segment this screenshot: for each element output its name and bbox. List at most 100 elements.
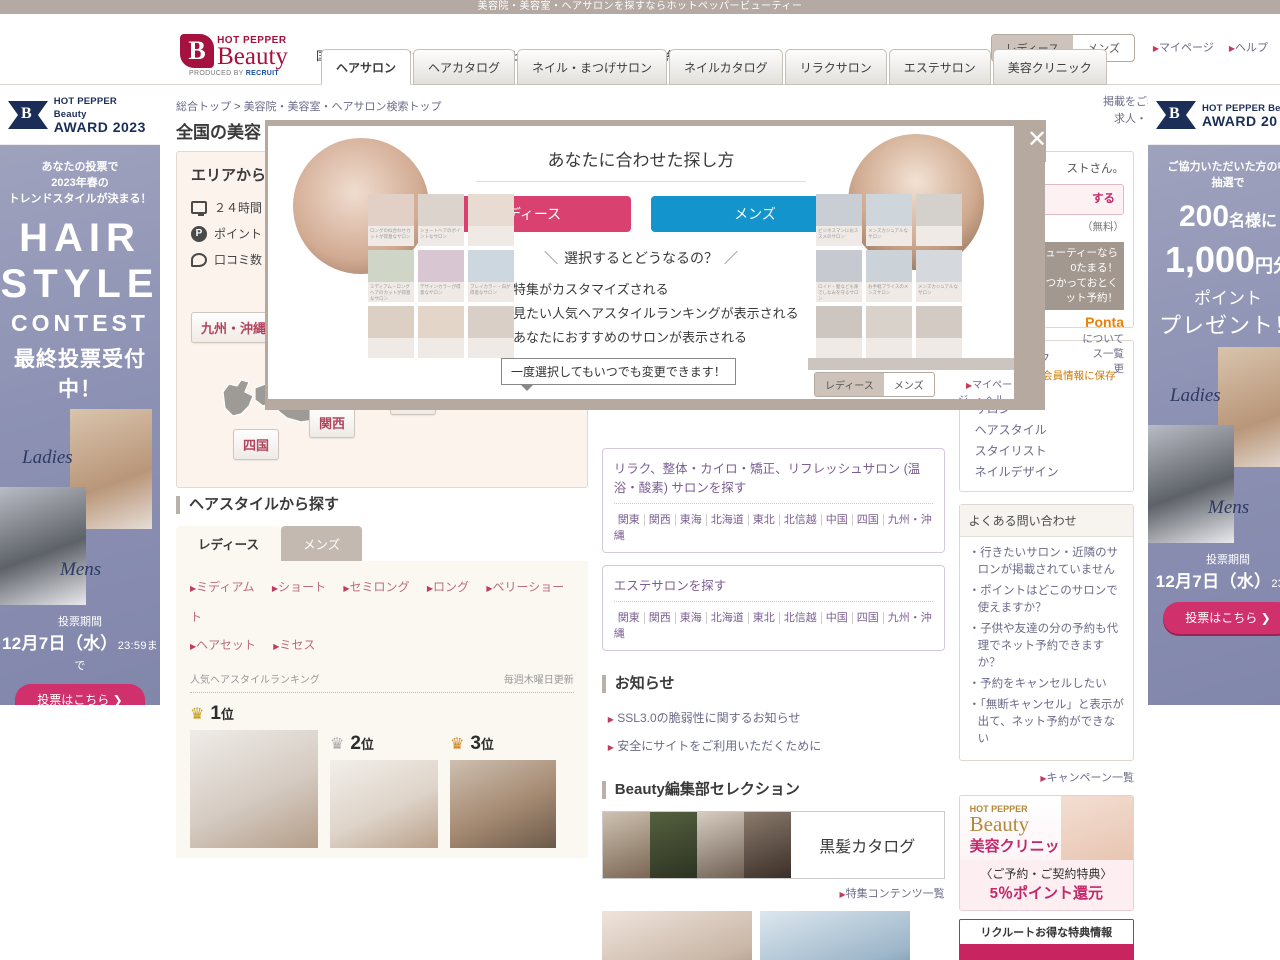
site-logo[interactable]: B HOT PEPPER Beauty PRODUCED BY RECRUIT: [168, 34, 300, 77]
help-link[interactable]: ▶ヘルプ: [1229, 42, 1268, 54]
right-banner-point-label: ポイント: [1194, 289, 1262, 308]
mens-script-label: Mens: [60, 559, 102, 580]
crown-icon: ♛: [450, 736, 465, 753]
hairstyle-link-short[interactable]: ▶ショート: [272, 580, 326, 594]
modal-close-icon[interactable]: ✕: [1027, 128, 1047, 152]
tab-hair-catalog[interactable]: ヘアカタログ: [413, 49, 516, 85]
site-header: B HOT PEPPER Beauty PRODUCED BY RECRUIT …: [0, 14, 1280, 85]
hairstyle-gender-tabs: レディース メンズ: [176, 526, 588, 561]
tab-beauty-clinic[interactable]: 美容クリニック: [992, 49, 1107, 85]
hairstyle-tab-mens[interactable]: メンズ: [281, 526, 363, 561]
award-star-icon: B: [8, 95, 48, 135]
region-link[interactable]: 関西: [643, 514, 675, 526]
left-banner-photos: Ladies Mens: [0, 409, 160, 609]
bookmark-item-naildesign[interactable]: ネイルデザイン: [969, 462, 1124, 483]
region-link[interactable]: 四国: [851, 514, 883, 526]
region-button-kyushu-okinawa[interactable]: 九州・沖縄: [191, 312, 277, 343]
news-item-safety[interactable]: ▶ 安全にサイトをご利用いただくために: [608, 733, 945, 761]
faq-item[interactable]: ・行きたいサロン・近隣のサロンが掲載されていません: [969, 545, 1124, 579]
news-item-ssl[interactable]: ▶ SSL3.0の脆弱性に関するお知らせ: [608, 705, 945, 733]
faq-item[interactable]: ・予約をキャンセルしたい: [969, 676, 1124, 693]
region-link[interactable]: 東北: [747, 514, 779, 526]
award-star-icon: B: [1156, 95, 1196, 135]
hairstyle-tab-ladies[interactable]: レディース: [176, 526, 282, 561]
region-link[interactable]: 北海道: [705, 514, 748, 526]
selection-banner[interactable]: 黒髪カタログ: [601, 811, 945, 879]
left-vote-button[interactable]: 投票はこちら ❯: [15, 684, 145, 705]
ranking-item-1[interactable]: ♛ 1位: [190, 703, 318, 848]
feature-thumb-right[interactable]: [759, 911, 910, 960]
region-link[interactable]: 中国: [820, 612, 852, 624]
bookmark-item-stylist[interactable]: スタイリスト: [969, 441, 1124, 462]
region-link[interactable]: 東海: [674, 514, 706, 526]
faq-item[interactable]: ・「無断キャンセル」と表示が出て、ネット予約ができない: [969, 697, 1124, 748]
recruit-banner-body: [959, 944, 1133, 960]
region-button-shikoku[interactable]: 四国: [233, 429, 280, 460]
right-award-banner[interactable]: B HOT PEPPER Be AWARD 20 ご協力いただいた方の中 抽選で…: [1148, 85, 1280, 705]
region-button-kansai[interactable]: 関西: [309, 407, 356, 438]
bookmark-list: サロン ヘアスタイル スタイリスト ネイルデザイン: [969, 399, 1124, 483]
thumb-cell: [816, 306, 862, 358]
region-link[interactable]: 関西: [643, 612, 675, 624]
tab-nail-catalog[interactable]: ネイルカタログ: [669, 49, 783, 85]
ranking-thumbnail[interactable]: [330, 760, 438, 848]
thumb-cell: [418, 306, 464, 358]
right-banner-amount: 1,000円分: [1164, 239, 1280, 280]
award-header: B HOT PEPPER Beauty AWARD 2023: [0, 85, 160, 145]
clinic-promo-banner[interactable]: HOT PEPPER Beauty 美容クリニック 〈ご予約・ご契約特典〉 5％…: [958, 795, 1134, 911]
breadcrumb-home[interactable]: 総合トップ: [176, 101, 231, 113]
region-link[interactable]: 関東: [614, 514, 644, 526]
selection-thumb-4: [743, 812, 791, 878]
site-tagline-strip: 美容院・美容室・ヘアサロンを探すならホットペッパービューティー: [0, 0, 1280, 14]
rank-number: 3位: [470, 733, 494, 754]
recruit-benefit-banner[interactable]: リクルートお得な特典情報: [958, 919, 1134, 960]
breadcrumb-current[interactable]: 美容院・美容室・ヘアサロン検索トップ: [244, 101, 442, 113]
right-vote-button[interactable]: 投票はこちら ❯: [1163, 602, 1280, 634]
faq-item[interactable]: ・ポイントはどこのサロンで使えますか？: [969, 583, 1124, 617]
selection-more-link[interactable]: ▶特集コンテンツ一覧: [839, 888, 944, 900]
right-banner-present: プレゼント！: [1158, 313, 1280, 338]
tab-relax-salon[interactable]: リラクサロン: [784, 49, 887, 85]
hairstyle-panel: ▶ミディアム ▶ショート ▶セミロング ▶ロング ▶ベリーショート ▶ヘアセット…: [176, 561, 588, 858]
modal-mini-toggle-ladies[interactable]: レディース: [815, 373, 884, 396]
faq-item[interactable]: ・子供や友達の分の予約も代理でネット予約できますか？: [969, 621, 1124, 672]
ranking-item-2[interactable]: ♛ 2位: [330, 733, 438, 848]
bookmark-item-hairstyle[interactable]: ヘアスタイル: [969, 420, 1124, 441]
feature-thumb-left[interactable]: [601, 911, 752, 960]
region-link[interactable]: 東北: [747, 612, 779, 624]
region-link[interactable]: 四国: [851, 612, 883, 624]
mens-script-label: Mens: [1208, 497, 1250, 518]
tab-nail-eyelash-salon[interactable]: ネイル・まつげサロン: [517, 49, 668, 85]
modal-mini-gender-toggle[interactable]: レディース メンズ: [814, 372, 935, 397]
selection-thumb-3: [696, 812, 744, 878]
region-link[interactable]: 北信越: [778, 612, 821, 624]
right-banner-lead2: 抽選で: [1211, 177, 1245, 189]
esthetic-salon-title[interactable]: エステサロンを探す: [613, 575, 933, 602]
ranking-thumbnail[interactable]: [450, 760, 556, 848]
hairstyle-link-semilong[interactable]: ▶セミロング: [343, 580, 409, 594]
region-link[interactable]: 関東: [614, 612, 644, 624]
ranking-item-3[interactable]: ♛ 3位: [450, 733, 556, 848]
arrow-icon: ▶: [607, 743, 614, 752]
hairstyle-link-hairset[interactable]: ▶ヘアセット: [190, 638, 256, 652]
hairstyle-link-mrs[interactable]: ▶ミセス: [273, 638, 315, 652]
tab-hair-salon[interactable]: ヘアサロン: [321, 49, 412, 85]
mypage-link[interactable]: ▶マイページ: [1153, 42, 1214, 54]
region-link[interactable]: 北海道: [705, 612, 748, 624]
region-link[interactable]: 東海: [674, 612, 706, 624]
left-award-banner[interactable]: B HOT PEPPER Beauty AWARD 2023 あなたの投票で 2…: [0, 85, 160, 705]
thumb-cell: お手軽プライスのメンズサロン: [866, 250, 912, 302]
campaign-list-link[interactable]: ▶キャンペーン一覧: [1040, 772, 1134, 784]
hairstyle-link-medium[interactable]: ▶ミディアム: [190, 580, 254, 594]
relax-salon-title[interactable]: リラク、整体・カイロ・矯正、リフレッシュサロン (温浴・酸素) サロンを探す: [613, 458, 933, 504]
thumb-cell: ミディアム・ロングヘアのカットが得意なサロン: [368, 250, 414, 302]
left-banner-hero-hair: HAIR: [19, 216, 141, 260]
rank-number: 2位: [350, 733, 374, 754]
hairstyle-link-long[interactable]: ▶ロング: [427, 580, 469, 594]
left-banner-lead2: 2023年春の: [51, 177, 109, 189]
region-link[interactable]: 北信越: [778, 514, 821, 526]
ranking-thumbnail[interactable]: [190, 730, 318, 848]
tab-esthetic-salon[interactable]: エステサロン: [888, 49, 991, 85]
region-link[interactable]: 中国: [820, 514, 852, 526]
modal-mini-toggle-mens[interactable]: メンズ: [884, 373, 934, 396]
